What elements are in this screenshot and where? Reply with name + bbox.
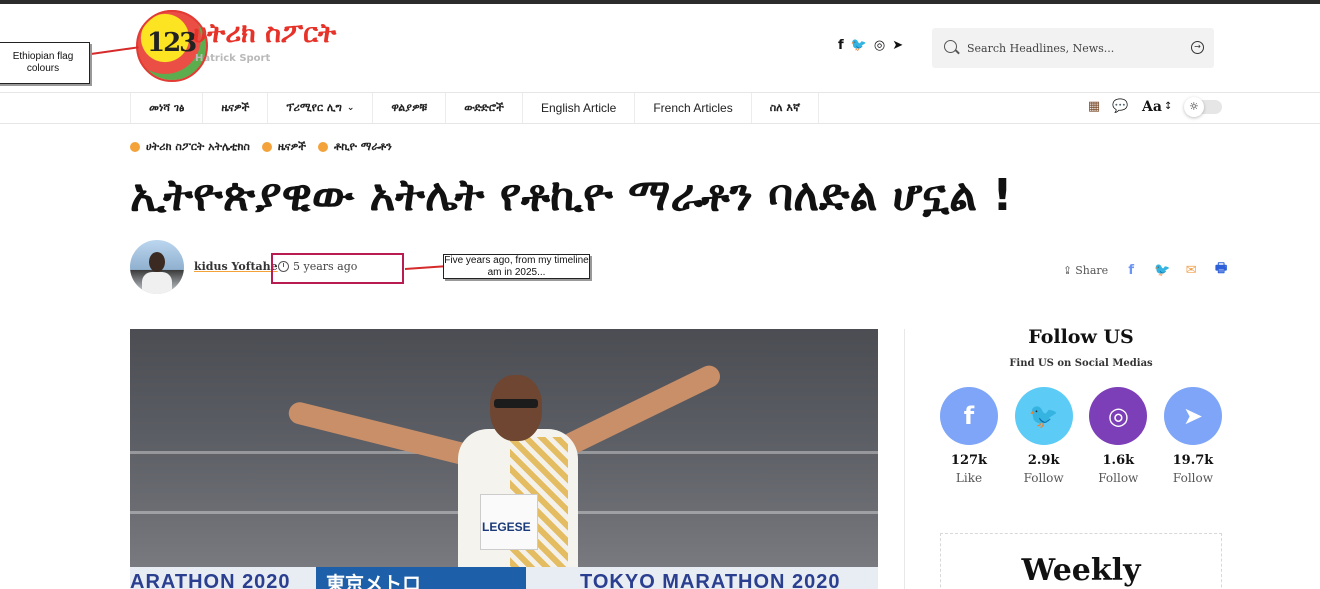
category-link[interactable]: ሀትሪክ ስፖርት አትሌቲክስ (130, 140, 250, 154)
publish-time-text: 5 years ago (293, 260, 358, 273)
article-categories: ሀትሪክ ስፖርት አትሌቲክስ ዜናዎች ቶኪዮ ማራቶን (130, 140, 392, 154)
clock-icon (278, 261, 289, 272)
dark-mode-toggle[interactable]: ☼ (1183, 97, 1222, 117)
category-label: ዜናዎች (277, 140, 307, 153)
category-dot (318, 142, 329, 152)
logo-text: ሀትሪክ ስፖርት (193, 18, 337, 49)
nav-tools: ▦ 💬 Aa ↕ ☼ (1086, 97, 1222, 117)
follow-instagram[interactable]: ◎ 1.6k Follow (1089, 387, 1148, 485)
facebook-icon[interactable]: f (940, 387, 998, 445)
author-name-link[interactable]: kidus Yoftahe (194, 260, 278, 273)
instagram-icon[interactable]: ◎ (1089, 387, 1148, 445)
telegram-icon[interactable]: ➤ (1163, 387, 1222, 445)
font-resize-icon: ↕ (1163, 101, 1173, 112)
instagram-icon[interactable]: ◎ (874, 38, 885, 53)
bib-name: LEGESE (482, 520, 531, 534)
nav-item-premier-league-label: ፕሪሚየር ሊግ (286, 101, 342, 114)
nav-item-english-article[interactable]: English Article (523, 93, 636, 123)
nav-item-home[interactable]: መነሻ ገፅ (131, 93, 204, 123)
share-label: ⇪ Share (1063, 263, 1109, 277)
banner-text-right: TOKYO MARATHON 2020 (580, 571, 841, 589)
flag-note-arrow (90, 46, 139, 55)
category-dot (130, 142, 140, 152)
sidebar-divider (904, 329, 905, 589)
follow-subtitle: Find US on Social Medias (1009, 358, 1153, 369)
facebook-share-icon[interactable]: f (1124, 263, 1138, 278)
category-link[interactable]: ቶኪዮ ማራቶን (318, 140, 392, 154)
follow-telegram[interactable]: ➤ 19.7k Follow (1163, 387, 1222, 485)
search-input[interactable] (967, 39, 1187, 57)
nav-border-bottom (0, 123, 1320, 124)
time-note-arrow (404, 265, 445, 270)
notification-icon[interactable]: 💬 (1112, 100, 1128, 114)
category-label: ቶኪዮ ማራቶን (334, 140, 392, 153)
search-bar: → (932, 28, 1214, 68)
share-icon: ⇪ (1063, 263, 1073, 277)
nav-item-french-articles[interactable]: French Articles (635, 93, 752, 123)
nav-item-competitions[interactable]: ውድድሮች (446, 93, 523, 123)
follow-twitter[interactable]: 🐦 2.9k Follow (1014, 387, 1073, 485)
print-icon[interactable]: 🖶 (1214, 259, 1228, 281)
follow-title: Follow US (1028, 326, 1134, 348)
follow-facebook[interactable]: f 127k Like (940, 387, 998, 485)
banner-text-left: ARATHON 2020 (130, 571, 291, 589)
flag-highlight-ring (136, 10, 208, 82)
top-bar (0, 0, 1320, 4)
facebook-icon[interactable]: f (838, 38, 844, 53)
share-bar: ⇪ Share f 🐦 ✉ 🖶 (1063, 259, 1228, 281)
nav-item-news[interactable]: ዜናዎች (203, 93, 269, 123)
nav-item-walias[interactable]: ዋልያዎቹ (373, 93, 447, 123)
article-title: ኢትዮጵያዊው አትሌት የቶኪዮ ማራቶን ባለድል ሆኗል ! (130, 170, 1013, 221)
follow-label: Follow (1098, 471, 1139, 485)
twitter-share-icon[interactable]: 🐦 (1154, 263, 1170, 278)
sun-icon: ☼ (1183, 97, 1204, 117)
follow-label: Follow (1023, 471, 1064, 485)
chevron-down-icon: ⌄ (346, 103, 355, 113)
publish-time: 5 years ago (278, 260, 357, 273)
twitter-icon[interactable]: 🐦 (851, 38, 867, 53)
category-dot (261, 142, 272, 152)
video-icon[interactable]: ▦ (1086, 100, 1102, 114)
main-nav: መነሻ ገፅ ዜናዎች ፕሪሚየር ሊግ ⌄ ዋልያዎቹ ውድድሮች Engli… (130, 93, 819, 123)
follow-count: 19.7k (1172, 453, 1214, 468)
follow-count: 2.9k (1027, 453, 1060, 468)
category-link[interactable]: ዜናዎች (261, 140, 307, 154)
article-featured-image: LEGESE ARATHON 2020 東京メトロ TOKYO MARATHON… (130, 329, 878, 589)
follow-label: Follow (1172, 471, 1213, 485)
follow-grid: f 127k Like 🐦 2.9k Follow ◎ 1.6k Follow … (940, 387, 1222, 485)
follow-count: 127k (950, 453, 988, 468)
font-size-button[interactable]: Aa (1142, 99, 1162, 115)
twitter-icon[interactable]: 🐦 (1014, 387, 1073, 445)
banner-logo-text: 東京メトロ (326, 573, 422, 589)
header-social-icons: f 🐦 ◎ ➤ (838, 38, 903, 53)
follow-count: 1.6k (1102, 453, 1135, 468)
search-icon (944, 40, 957, 53)
weekly-title: Weekly (1021, 553, 1141, 588)
email-share-icon[interactable]: ✉ (1184, 263, 1198, 278)
flag-note-callout: Ethiopian flag colours (0, 42, 90, 84)
search-submit-icon[interactable]: → (1191, 41, 1204, 54)
nav-item-premier-league[interactable]: ፕሪሚየር ሊግ ⌄ (268, 93, 374, 123)
time-note-callout: Five years ago, from my timeline am in 2… (443, 254, 590, 279)
nav-item-about[interactable]: ስለ እኛ (752, 93, 819, 123)
telegram-icon[interactable]: ➤ (892, 38, 903, 53)
author-avatar[interactable] (130, 240, 184, 294)
category-label: ሀትሪክ ስፖርት አትሌቲክስ (146, 140, 250, 153)
follow-label: Like (955, 471, 983, 485)
